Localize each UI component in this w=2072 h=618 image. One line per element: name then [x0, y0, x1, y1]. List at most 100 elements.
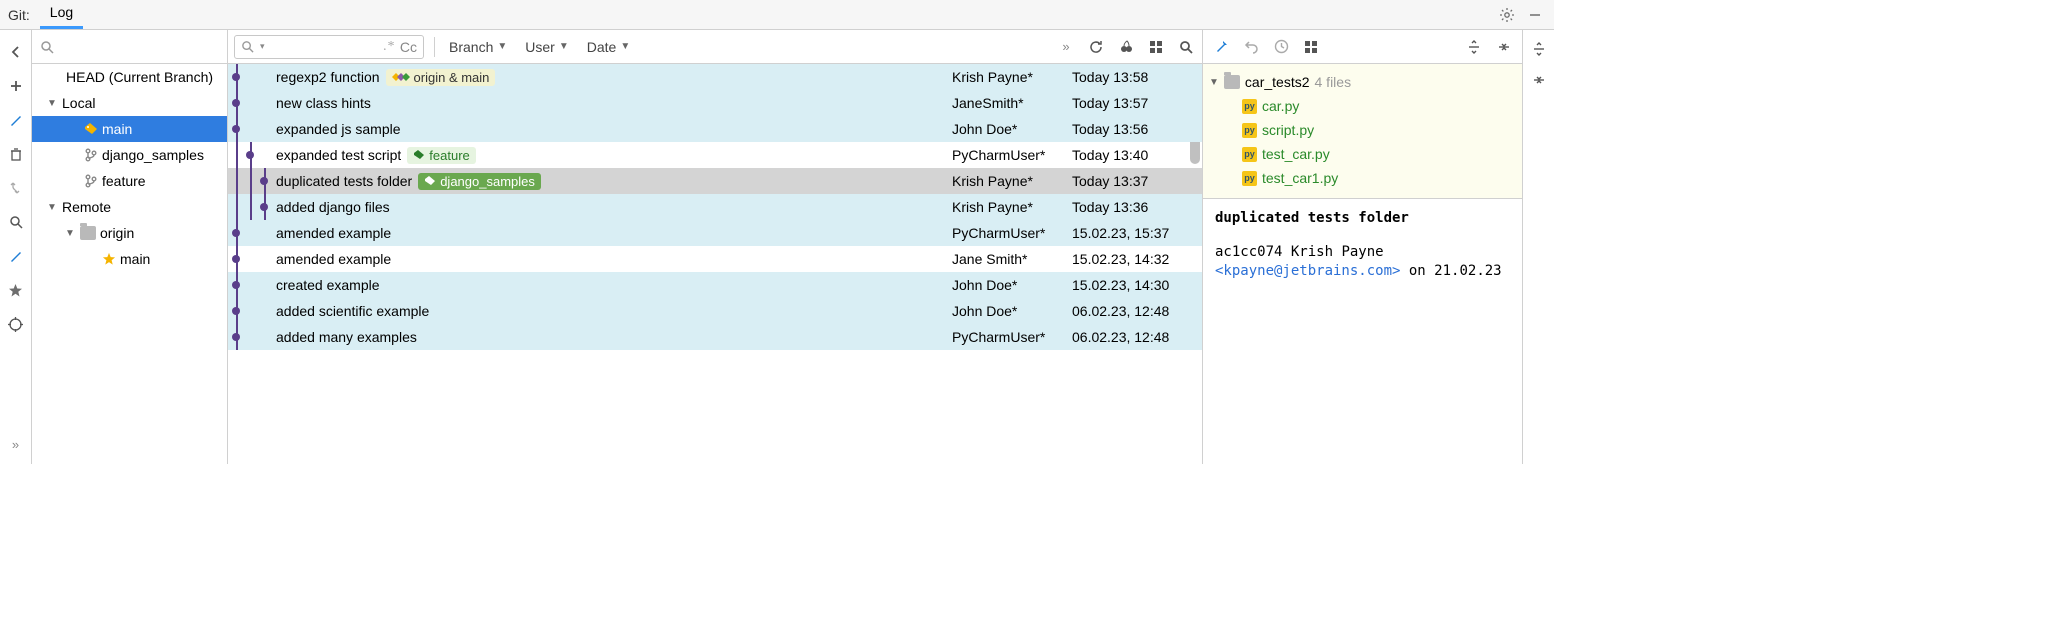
expand-all-icon[interactable] [1464, 37, 1484, 57]
expand-all-icon[interactable] [1532, 42, 1546, 59]
wand-icon[interactable] [6, 110, 26, 130]
undo-icon[interactable] [1241, 37, 1261, 57]
folder-row[interactable]: ▼ car_tests2 4 files [1209, 70, 1516, 94]
plus-icon[interactable] [6, 76, 26, 96]
trash-icon[interactable] [6, 144, 26, 164]
back-icon[interactable] [6, 42, 26, 62]
python-file-icon: py [1242, 99, 1257, 114]
wand-blue-icon[interactable] [6, 246, 26, 266]
tree-row[interactable]: ▼ origin [32, 220, 227, 246]
window-topbar: Git: Log [0, 0, 1554, 30]
target-icon[interactable] [6, 314, 26, 334]
commit-row[interactable]: added django filesKrish Payne*Today 13:3… [228, 194, 1202, 220]
commit-author: Jane Smith* [952, 251, 1072, 267]
group-icon[interactable] [1301, 37, 1321, 57]
search-icon[interactable] [6, 212, 26, 232]
file-name: test_car.py [1262, 146, 1330, 162]
more-icon[interactable]: » [6, 434, 26, 454]
commit-list: regexp2 function origin & mainKrish Payn… [228, 64, 1202, 464]
pin-icon[interactable] [1211, 37, 1231, 57]
commit-row[interactable]: new class hintsJaneSmith*Today 13:57 [228, 90, 1202, 116]
commit-meta: ac1cc074 Krish Payne <kpayne@jetbrains.c… [1215, 243, 1510, 282]
commit-row[interactable]: expanded js sampleJohn Doe*Today 13:56 [228, 116, 1202, 142]
commit-date: Today 13:57 [1072, 95, 1202, 111]
branch-search[interactable] [32, 30, 227, 64]
commit-author: Krish Payne* [952, 199, 1072, 215]
commit-row[interactable]: amended examplePyCharmUser*15.02.23, 15:… [228, 220, 1202, 246]
filter-date[interactable]: Date▼ [583, 37, 634, 57]
file-name: test_car1.py [1262, 170, 1338, 186]
refresh-icon[interactable] [1086, 37, 1106, 57]
file-row[interactable]: pyscript.py [1209, 118, 1516, 142]
commit-details: duplicated tests folder ac1cc074 Krish P… [1203, 199, 1522, 292]
file-row[interactable]: py test_car.py [1209, 142, 1516, 166]
gear-icon[interactable] [1496, 4, 1518, 26]
regex-icon[interactable]: .* [383, 39, 394, 55]
chevron-down-icon: ▼ [1209, 77, 1219, 88]
filter-user[interactable]: User▼ [521, 37, 572, 57]
find-icon[interactable] [1176, 37, 1196, 57]
commit-author: John Doe* [952, 121, 1072, 137]
commit-message: expanded js sample [276, 121, 401, 137]
commit-message: amended example [276, 251, 391, 267]
commit-email[interactable]: <kpayne@jetbrains.com> [1215, 263, 1400, 279]
filter-branch[interactable]: Branch▼ [445, 37, 511, 57]
expand-icon[interactable]: » [1056, 37, 1076, 57]
commit-message: added django files [276, 199, 390, 215]
commit-author: JaneSmith* [952, 95, 1072, 111]
tree-row[interactable]: ▼ Local [32, 90, 227, 116]
commit-date: 15.02.23, 15:37 [1072, 225, 1202, 241]
commit-row[interactable]: duplicated tests folder django_samples Kr… [228, 168, 1202, 194]
commit-row[interactable]: expanded test script feature PyCharmUser*… [228, 142, 1202, 168]
history-icon[interactable] [1271, 37, 1291, 57]
commit-author: Krish Payne* [952, 69, 1072, 85]
layout-icon[interactable] [1146, 37, 1166, 57]
tree-row[interactable]: main [32, 116, 227, 142]
star-icon[interactable] [6, 280, 26, 300]
commit-date: 06.02.23, 12:48 [1072, 303, 1202, 319]
ref-badge: feature [407, 147, 475, 164]
tab-log[interactable]: Log [40, 0, 83, 29]
collapse-all-icon[interactable] [1494, 37, 1514, 57]
commit-date: Today 13:40 [1072, 147, 1202, 163]
commit-row[interactable]: added scientific exampleJohn Doe*06.02.2… [228, 298, 1202, 324]
commit-author: PyCharmUser* [952, 329, 1072, 345]
log-toolbar: ▾ .* Cc Branch▼ User▼ Date▼ » [228, 30, 1202, 64]
tree-row[interactable]: main [32, 246, 227, 272]
commit-row[interactable]: added many examples PyCharmUser*06.02.23,… [228, 324, 1202, 350]
commit-message: duplicated tests folder [276, 173, 412, 189]
folder-count: 4 files [1315, 74, 1352, 90]
minimize-icon[interactable] [1524, 4, 1546, 26]
merge-icon[interactable] [6, 178, 26, 198]
right-gutter [1522, 30, 1554, 464]
collapse-all-icon[interactable] [1532, 73, 1546, 90]
file-row[interactable]: pytest_car1.py [1209, 166, 1516, 190]
commit-message: expanded test script [276, 147, 401, 163]
file-row[interactable]: pycar.py [1209, 94, 1516, 118]
commit-date: Today 13:58 [1072, 69, 1202, 85]
commit-message: added many examples [276, 329, 417, 345]
tree-row[interactable]: feature [32, 168, 227, 194]
commit-datetime: 21.02.23 [1434, 263, 1501, 279]
commit-message: regexp2 function [276, 69, 380, 85]
tree-row[interactable]: HEAD (Current Branch) [32, 64, 227, 90]
ref-badge: django_samples [418, 173, 541, 190]
tree-row[interactable]: ▼ Remote [32, 194, 227, 220]
log-search[interactable]: ▾ .* Cc [234, 35, 424, 59]
commit-date: 06.02.23, 12:48 [1072, 329, 1202, 345]
cherry-pick-icon[interactable] [1116, 37, 1136, 57]
branches-panel: HEAD (Current Branch)▼ Local main django… [32, 30, 228, 464]
commit-message: created example [276, 277, 380, 293]
case-toggle[interactable]: Cc [400, 39, 417, 55]
commit-author: PyCharmUser* [952, 147, 1072, 163]
tree-row[interactable]: django_samples [32, 142, 227, 168]
commit-row[interactable]: amended exampleJane Smith*15.02.23, 14:3… [228, 246, 1202, 272]
commit-date: 15.02.23, 14:30 [1072, 277, 1202, 293]
commit-author: Krish Payne* [952, 173, 1072, 189]
commit-row[interactable]: regexp2 function origin & mainKrish Payn… [228, 64, 1202, 90]
topbar-title: Git: [8, 7, 30, 23]
commit-row[interactable]: created exampleJohn Doe*15.02.23, 14:30 [228, 272, 1202, 298]
folder-name: car_tests2 [1245, 74, 1310, 90]
python-file-icon: py [1242, 147, 1257, 162]
on-label: on [1409, 263, 1426, 279]
